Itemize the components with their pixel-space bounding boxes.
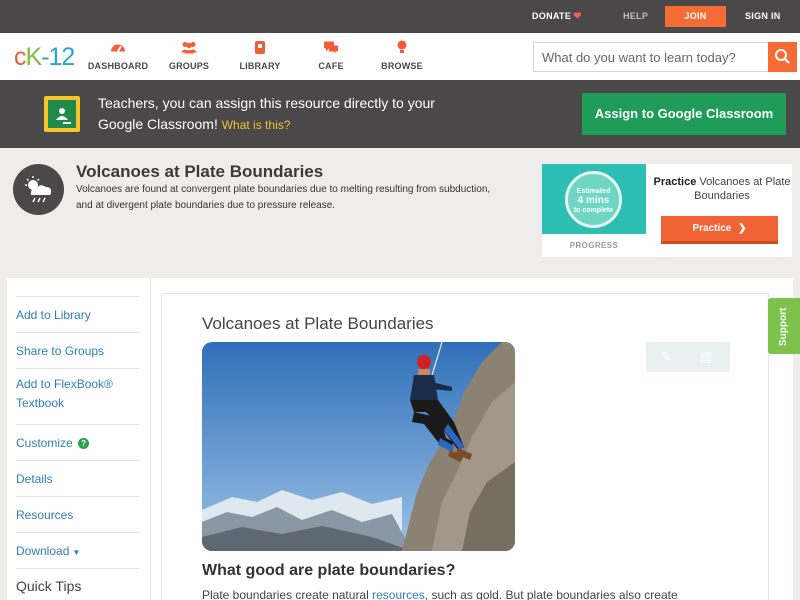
sidebar-item-add-to-library[interactable]: Add to Library	[16, 296, 139, 332]
chevron-right-icon: ❯	[738, 223, 747, 234]
ck12-logo[interactable]: cK-12	[14, 43, 75, 72]
progress-ring: Estimated 4 mins to complete	[565, 171, 622, 228]
concept-title: Volcanoes at Plate Boundaries	[76, 162, 324, 181]
article-title: Volcanoes at Plate Boundaries	[202, 314, 434, 333]
para-text: , such as gold. But plate boundaries als…	[424, 588, 678, 600]
nav-browse[interactable]: BROWSE	[367, 39, 437, 71]
top-utility-bar: DONATE ❤ HELP JOIN SIGN IN	[0, 0, 800, 33]
notes-icon[interactable]: ▤	[700, 349, 712, 365]
sidebar: Add to Library Share to Groups Add to Fl…	[7, 278, 151, 600]
download-label: Download	[16, 544, 70, 558]
help-link[interactable]: HELP	[623, 0, 648, 33]
donate-link[interactable]: DONATE ❤	[532, 0, 582, 33]
practice-title: Practice Volcanoes at Plate Boundaries	[652, 175, 792, 203]
sign-in-link[interactable]: SIGN IN	[745, 0, 781, 33]
sidebar-item-customize[interactable]: Customize ?	[16, 424, 139, 460]
nav-label: DASHBOARD	[87, 61, 149, 71]
logo-twelve: -12	[41, 43, 75, 71]
nav-label: LIBRARY	[239, 61, 281, 71]
what-is-this-link[interactable]: What is this?	[222, 118, 291, 132]
sidebar-item-resources[interactable]: Resources	[16, 496, 139, 532]
help-icon[interactable]: ?	[78, 438, 90, 449]
concept-description: Volcanoes are found at convergent plate …	[76, 184, 491, 211]
library-icon	[255, 41, 265, 54]
article-paragraph: Plate boundaries create natural resource…	[202, 588, 722, 600]
article-panel: Volcanoes at Plate Boundaries ✎ ▤ What g…	[161, 293, 769, 600]
estimate-top: Estimated	[576, 188, 611, 195]
nav-dashboard[interactable]: DASHBOARD	[83, 39, 153, 71]
dashboard-icon	[111, 44, 125, 52]
estimate-minutes: 4 mins	[577, 195, 610, 206]
logo-k: K	[25, 43, 43, 71]
pencil-icon[interactable]: ✎	[661, 349, 672, 365]
practice-button[interactable]: Practice ❯	[661, 216, 778, 244]
search-icon	[775, 49, 790, 64]
support-label: Support	[778, 307, 789, 346]
logo-c: c	[14, 43, 26, 71]
sidebar-item-details[interactable]: Details	[16, 460, 139, 496]
nav-groups[interactable]: GROUPS	[154, 39, 224, 71]
join-button[interactable]: JOIN	[665, 6, 726, 27]
support-tab[interactable]: Support	[768, 298, 800, 354]
customize-label: Customize	[16, 436, 73, 450]
banner-message: Teachers, you can assign this resource d…	[98, 93, 458, 136]
progress-graphic: Estimated 4 mins to complete	[542, 164, 646, 234]
main-navigation: cK-12 DASHBOARD GROUPS LIBRARY CAFE BROW…	[0, 33, 800, 80]
practice-title-rest: Volcanoes at Plate Boundaries	[694, 176, 791, 202]
nav-label: CAFE	[318, 61, 344, 71]
cafe-icon	[324, 41, 338, 54]
sidebar-item-share-to-groups[interactable]: Share to Groups	[16, 332, 139, 368]
google-classroom-banner: Teachers, you can assign this resource d…	[0, 80, 800, 148]
nav-cafe[interactable]: CAFE	[296, 39, 366, 71]
content-area: Add to Library Share to Groups Add to Fl…	[7, 278, 793, 600]
nav-label: BROWSE	[381, 61, 423, 71]
estimate-text: Estimated 4 mins to complete	[568, 187, 619, 215]
sidebar-item-download[interactable]: Download ▼	[16, 532, 139, 568]
nav-library[interactable]: LIBRARY	[225, 39, 295, 71]
progress-label: PROGRESS	[569, 241, 619, 250]
donate-label: DONATE	[532, 11, 572, 21]
para-text: Plate boundaries create natural	[202, 588, 373, 600]
groups-icon	[181, 42, 197, 54]
practice-button-label: Practice	[692, 223, 732, 234]
annotation-toolbar: ✎ ▤	[646, 342, 730, 372]
search-input[interactable]	[534, 43, 770, 71]
section-heading: What good are plate boundaries?	[202, 562, 456, 579]
search-button[interactable]	[768, 42, 797, 72]
caret-down-icon: ▼	[72, 548, 81, 557]
estimate-bottom: to complete	[573, 207, 614, 214]
weather-cloud-icon	[13, 164, 64, 215]
search-box	[533, 42, 797, 72]
practice-card: Estimated 4 mins to complete PROGRESS Pr…	[542, 164, 792, 257]
practice-title-bold: Practice	[653, 176, 697, 188]
sidebar-item-add-to-flexbook[interactable]: Add to FlexBook® Textbook	[16, 368, 139, 424]
quick-tips-heading: Quick Tips	[16, 568, 139, 594]
browse-icon	[397, 40, 407, 53]
assign-to-google-classroom-button[interactable]: Assign to Google Classroom	[582, 93, 786, 135]
nav-label: GROUPS	[168, 61, 210, 71]
google-classroom-icon	[44, 96, 80, 132]
heart-icon: ❤	[573, 11, 582, 22]
climber-photo	[202, 342, 515, 551]
resources-link[interactable]: resources	[372, 588, 425, 600]
